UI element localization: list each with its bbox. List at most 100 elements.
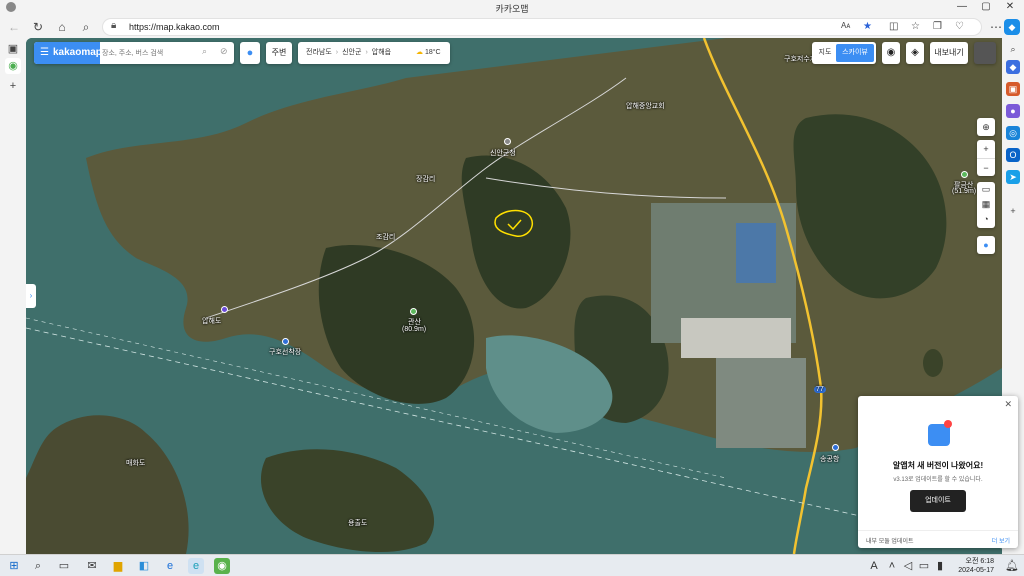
read-aloud-icon[interactable]: Aᴀ — [841, 21, 850, 30]
map-label[interactable]: 압해중앙교회 — [626, 101, 665, 111]
search-icon[interactable]: ⌕ — [202, 46, 207, 57]
toolbox-icon[interactable]: ▣ — [1006, 82, 1020, 96]
ferry-terminal-icon[interactable] — [282, 338, 289, 345]
menu-icon[interactable]: ☰ — [40, 47, 49, 58]
games-icon[interactable]: ◎ — [1006, 126, 1020, 140]
maximize-icon[interactable]: ▢ — [976, 1, 996, 12]
add-icon[interactable]: + — [1006, 204, 1020, 218]
close-icon[interactable]: ✕ — [1000, 1, 1020, 12]
tag-icon[interactable]: ◆ — [1006, 60, 1020, 74]
search-icon[interactable]: ⌕ — [30, 558, 46, 574]
back-icon[interactable]: ← — [6, 19, 22, 35]
more-link[interactable]: 더 보기 — [992, 536, 1010, 545]
notifications-icon[interactable]: 🔔︎ — [1004, 558, 1020, 574]
area-icon[interactable]: ▦ — [977, 197, 995, 212]
edge-icon[interactable]: e — [162, 558, 178, 574]
roadview-icon[interactable]: ◉ — [882, 42, 900, 64]
mountain-peak-icon[interactable] — [961, 171, 968, 178]
split-screen-icon[interactable]: ◫ — [889, 21, 898, 32]
outlook-icon[interactable]: O — [1006, 148, 1020, 162]
nearby-button[interactable]: 주변 — [266, 42, 292, 64]
weather-temp: 18°C — [424, 49, 441, 56]
update-button[interactable]: 업데이트 — [910, 490, 966, 512]
search-input[interactable] — [102, 45, 198, 61]
location-pin-button[interactable]: ● — [240, 42, 260, 64]
language-icon[interactable]: A — [866, 558, 882, 574]
notification-dot-icon — [944, 420, 952, 428]
favorite-star-icon[interactable]: ★ — [863, 21, 872, 32]
map-label[interactable]: 송공항 — [820, 454, 839, 464]
people-icon[interactable]: ● — [1006, 104, 1020, 118]
home-icon[interactable]: ⌂ — [54, 19, 70, 35]
close-icon[interactable]: ✕ — [1004, 399, 1012, 410]
battery-icon[interactable]: ▮ — [932, 558, 948, 574]
browser-toolbar: ← ↻ ⌂ ⌕ 🔒︎ https://map.kakao.com Aᴀ ★ ◫ … — [0, 16, 1024, 38]
store-icon[interactable]: ◧ — [136, 558, 152, 574]
poi-pin-icon[interactable] — [221, 306, 228, 313]
current-location-icon[interactable]: ⊕ — [977, 118, 995, 136]
map-label[interactable]: 조감리 — [376, 232, 395, 242]
kakaomap-app-icon[interactable]: ◉ — [214, 558, 230, 574]
radius-icon[interactable]: ◔ — [977, 212, 995, 227]
breadcrumb-item[interactable]: 신안군 — [342, 49, 361, 56]
zoom-in-button[interactable]: + — [977, 140, 995, 158]
tab-kakaomap-icon[interactable]: ◉ — [5, 58, 21, 74]
satellite-map[interactable]: 구호저수지 압해중앙교회 신안군청 장감리 조감리 압해도 관산 (80.9m)… — [26, 38, 1002, 554]
expand-panel-icon[interactable]: › — [26, 284, 36, 308]
map-label[interactable]: 구호선착장 — [269, 347, 301, 357]
export-button[interactable]: 내보내기 — [930, 42, 968, 64]
ferry-terminal-icon[interactable] — [832, 444, 839, 451]
start-icon[interactable]: ⊞ — [6, 558, 22, 574]
skyview-button[interactable]: 스카이뷰 — [836, 44, 874, 62]
extensions-icon[interactable]: ♡ — [955, 21, 964, 32]
map-label[interactable]: 장감리 — [416, 174, 435, 184]
vertical-tabs: ▣ ◉ + — [0, 38, 26, 554]
map-label[interactable]: 용출도 — [348, 518, 367, 528]
more-icon[interactable]: ⋯ — [988, 19, 1004, 35]
map-label[interactable]: 신안군청 — [490, 148, 516, 158]
clock-date: 2024-05-17 — [958, 567, 994, 574]
favorites-icon[interactable]: ☆ — [911, 21, 920, 32]
network-icon[interactable]: ▭ — [916, 558, 932, 574]
directions-icon[interactable]: ⊘ — [220, 46, 228, 57]
popup-subtitle: v3.13로 업데이트를 할 수 있습니다. — [893, 477, 983, 483]
speaker-icon[interactable]: ◁ — [900, 558, 916, 574]
mountain-peak-icon[interactable] — [410, 308, 417, 315]
address-bar[interactable]: 🔒︎ https://map.kakao.com Aᴀ ★ ◫ ☆ ❐ ♡ — [102, 18, 982, 36]
file-explorer-icon[interactable]: ▆ — [110, 558, 126, 574]
breadcrumb-item[interactable]: 전라남도 — [306, 49, 332, 56]
map-tools: ▭ ▦ ◔ — [977, 182, 995, 228]
clock-time: 오전 6:18 — [965, 558, 994, 565]
search-icon[interactable]: ⌕ — [1006, 42, 1020, 56]
search-icon[interactable]: ⌕ — [78, 19, 94, 35]
mail-icon[interactable]: ✉ — [84, 558, 100, 574]
map-label[interactable]: 압해도 — [202, 316, 221, 326]
tab-actions-icon[interactable]: ▣ — [5, 41, 21, 57]
zoom-control: + − — [977, 140, 995, 176]
url-text[interactable]: https://map.kakao.com — [129, 22, 220, 32]
kakaomap-brand[interactable]: ☰ kakaomap — [34, 42, 102, 64]
refresh-icon[interactable]: ↻ — [30, 19, 46, 35]
lock-icon[interactable]: 🔒︎ — [111, 20, 116, 31]
clock[interactable]: 오전 6:18 2024-05-17 — [958, 557, 994, 575]
taskbar: ⊞ ⌕ ▭ ✉ ▆ ◧ e e ◉ A ˄ ◁ ▭ ▮ 오전 6:18 2024… — [0, 554, 1024, 576]
map-view-button[interactable]: 지도 — [815, 44, 835, 62]
send-icon[interactable]: ➤ — [1006, 170, 1020, 184]
copilot-icon[interactable]: ◆ — [1004, 19, 1020, 35]
zoom-out-button[interactable]: − — [977, 158, 995, 176]
edge-active-icon[interactable]: e — [188, 558, 204, 574]
distance-icon[interactable]: ▭ — [977, 182, 995, 197]
minimize-icon[interactable]: — — [952, 1, 972, 12]
breadcrumb-item[interactable]: 압해읍 — [372, 49, 391, 56]
task-view-icon[interactable]: ▭ — [56, 558, 72, 574]
map-pin-icon[interactable]: ● — [977, 236, 995, 254]
layers-icon[interactable]: ◈ — [906, 42, 924, 64]
new-tab-icon[interactable]: + — [5, 78, 21, 94]
tray-chevron-icon[interactable]: ˄ — [884, 558, 900, 574]
user-avatar[interactable] — [974, 42, 996, 64]
map-label[interactable]: (51.9m) — [952, 188, 976, 195]
poi-pin-icon[interactable] — [504, 138, 511, 145]
collections-icon[interactable]: ❐ — [933, 21, 942, 32]
map-label[interactable]: 매화도 — [126, 458, 145, 468]
map-label[interactable]: (80.9m) — [402, 326, 426, 333]
